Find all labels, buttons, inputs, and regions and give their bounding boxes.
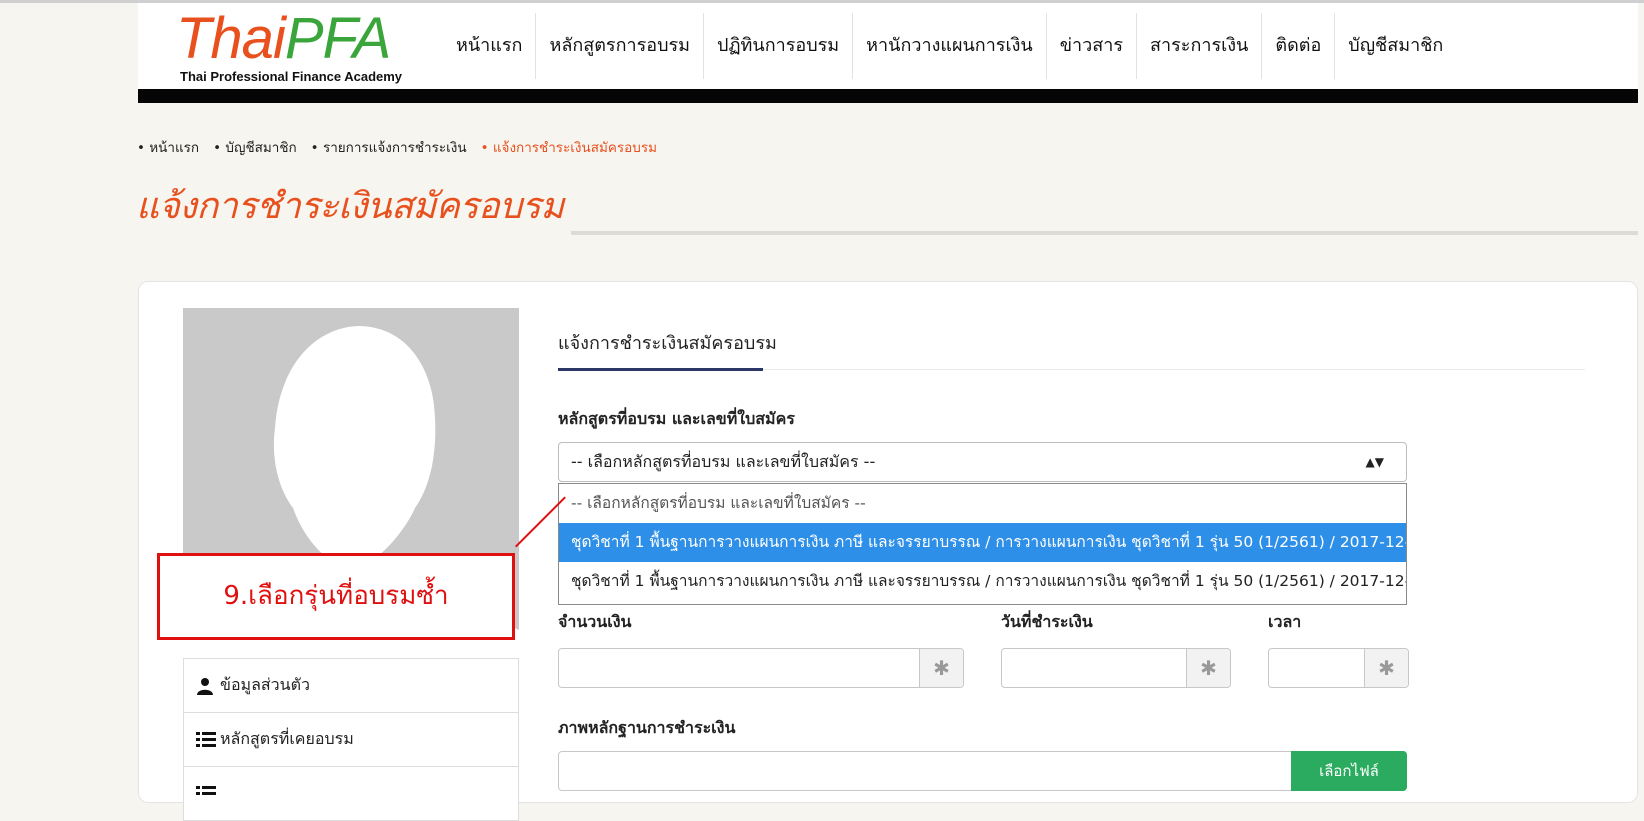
side-item-past-courses[interactable]: หลักสูตรที่เคยอบรม: [183, 713, 519, 767]
nav-calendar[interactable]: ปฏิทินการอบรม: [703, 13, 852, 79]
payment-proof-file-input[interactable]: เลือกไฟล์: [558, 751, 1407, 791]
site-header: ThaiPFA Thai Professional Finance Academ…: [138, 3, 1638, 89]
course-select-value: -- เลือกหลักสูตรที่อบรม และเลขที่ใบสมัคร…: [571, 452, 876, 471]
header-divider-bar: [138, 89, 1638, 103]
required-asterisk-icon: ✱: [1186, 649, 1230, 687]
form-header-divider: [763, 369, 1585, 370]
annotation-text: 9.เลือกรุ่นที่อบรมซ้ำ: [223, 581, 449, 611]
breadcrumb: หน้าแรก บัญชีสมาชิก รายการแจ้งการชำระเงิ…: [137, 136, 671, 158]
payment-date-input[interactable]: ✱: [1001, 648, 1231, 688]
amount-label: จำนวนเงิน: [558, 612, 632, 631]
user-icon: [196, 677, 216, 695]
breadcrumb-current: แจ้งการชำระเงินสมัครอบรม: [481, 136, 657, 158]
nav-courses[interactable]: หลักสูตรการอบรม: [535, 13, 703, 79]
logo-pfa: PFA: [284, 6, 391, 71]
time-input[interactable]: ✱: [1268, 648, 1409, 688]
payment-proof-label: ภาพหลักฐานการชำระเงิน: [558, 718, 736, 737]
course-option-0024[interactable]: ชุดวิชาที่ 1 พื้นฐานการวางแผนการเงิน ภาษ…: [559, 562, 1406, 601]
choose-file-button[interactable]: เลือกไฟล์: [1291, 751, 1407, 791]
side-item-more[interactable]: [183, 767, 519, 821]
logo-tagline: Thai Professional Finance Academy: [180, 69, 403, 84]
course-option-0037[interactable]: ชุดวิชาที่ 1 พื้นฐานการวางแผนการเงิน ภาษ…: [559, 523, 1406, 562]
required-asterisk-icon: ✱: [1364, 649, 1408, 687]
page-title: แจ้งการชำระเงินสมัครอบรม: [136, 186, 564, 227]
logo-wordmark: ThaiPFA: [176, 6, 391, 71]
nav-contact[interactable]: ติดต่อ: [1261, 13, 1334, 79]
annotation-callout: 9.เลือกรุ่นที่อบรมซ้ำ: [157, 553, 515, 640]
course-label: หลักสูตรที่อบรม และเลขที่ใบสมัคร: [558, 409, 795, 428]
nav-news[interactable]: ข่าวสาร: [1045, 13, 1136, 79]
form-tab-title: แจ้งการชำระเงินสมัครอบรม: [558, 333, 777, 354]
course-dropdown-list: -- เลือกหลักสูตรที่อบรม และเลขที่ใบสมัคร…: [558, 483, 1407, 605]
main-nav: หน้าแรก หลักสูตรการอบรม ปฏิทินการอบรม หา…: [443, 13, 1456, 79]
breadcrumb-payment-list[interactable]: รายการแจ้งการชำระเงิน: [311, 136, 467, 158]
form-tab-underline: [558, 368, 763, 371]
side-item-profile[interactable]: ข้อมูลส่วนตัว: [183, 658, 519, 713]
title-divider: [571, 231, 1638, 235]
side-item-label: ข้อมูลส่วนตัว: [220, 675, 310, 694]
time-label: เวลา: [1268, 612, 1302, 631]
profile-side-menu: ข้อมูลส่วนตัว หลักสูตรที่เคยอบรม: [183, 658, 519, 821]
amount-input[interactable]: ✱: [558, 648, 964, 688]
breadcrumb-member-account[interactable]: บัญชีสมาชิก: [213, 136, 296, 158]
course-select[interactable]: -- เลือกหลักสูตรที่อบรม และเลขที่ใบสมัคร…: [558, 442, 1407, 482]
nav-finance-articles[interactable]: สาระการเงิน: [1136, 13, 1261, 79]
thaipfa-logo[interactable]: ThaiPFA Thai Professional Finance Academ…: [176, 7, 416, 85]
nav-member-account[interactable]: บัญชีสมาชิก: [1334, 13, 1456, 79]
required-asterisk-icon: ✱: [919, 649, 963, 687]
side-item-label: หลักสูตรที่เคยอบรม: [220, 729, 354, 748]
list-icon: [196, 785, 216, 803]
nav-find-planner[interactable]: หานักวางแผนการเงิน: [852, 13, 1046, 79]
course-option-placeholder[interactable]: -- เลือกหลักสูตรที่อบรม และเลขที่ใบสมัคร…: [559, 484, 1406, 523]
sort-arrows-icon: ▲▼: [1365, 455, 1384, 469]
list-icon: [196, 731, 216, 749]
breadcrumb-home[interactable]: หน้าแรก: [137, 136, 199, 158]
logo-thai: Thai: [176, 6, 286, 71]
payment-date-label: วันที่ชำระเงิน: [1001, 612, 1093, 631]
nav-home[interactable]: หน้าแรก: [443, 13, 535, 79]
